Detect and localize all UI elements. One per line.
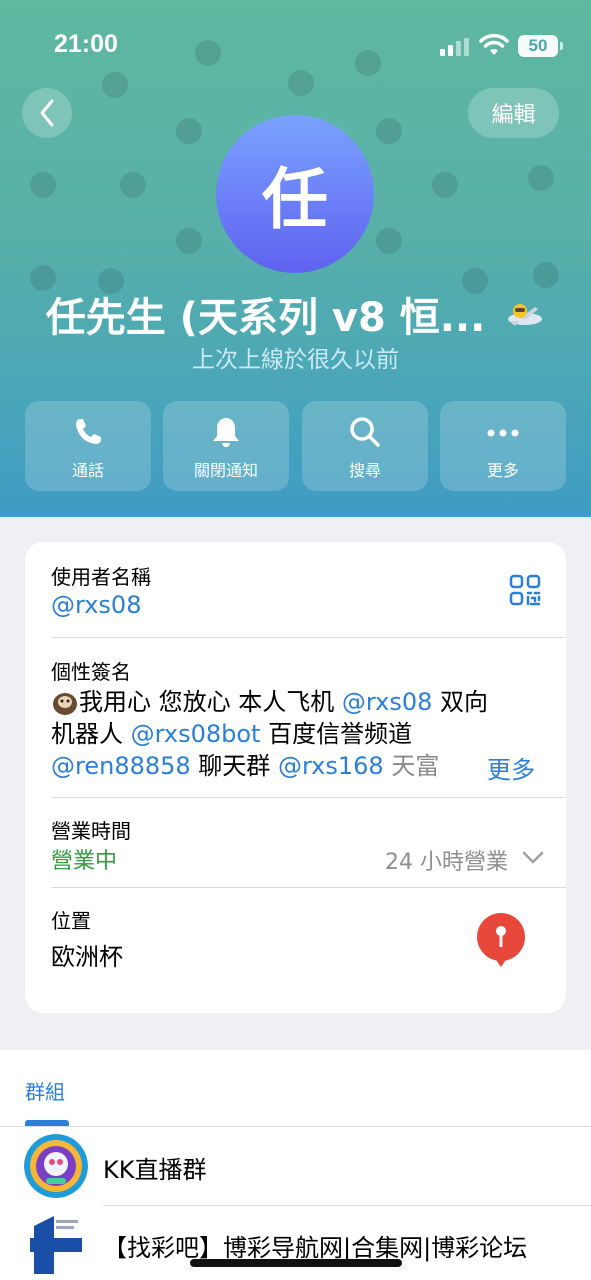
- group-avatar-kk[interactable]: [24, 1134, 88, 1198]
- divider: [0, 1126, 591, 1127]
- pattern-icon: [176, 228, 202, 254]
- group-name[interactable]: KK直播群: [103, 1150, 206, 1185]
- more-label: 更多: [486, 461, 519, 480]
- home-indicator[interactable]: [190, 1259, 402, 1267]
- wifi-icon: [479, 33, 509, 60]
- call-button[interactable]: 通話: [25, 401, 151, 491]
- sloth-emoji-icon: [51, 690, 79, 716]
- pattern-icon: [376, 228, 402, 254]
- search-label: 搜尋: [348, 461, 381, 480]
- mute-label: 關閉通知: [193, 461, 258, 480]
- avatar[interactable]: 任: [216, 115, 374, 273]
- bio-line-2: 机器人 @rxs08bot 百度信誉频道: [51, 718, 541, 750]
- profile-name: 任先生 (天系列 v8 恒...: [0, 285, 591, 343]
- location-label: 位置: [51, 909, 91, 933]
- pattern-icon: [432, 172, 458, 198]
- plane-emoji-icon: [505, 297, 545, 343]
- pattern-icon: [176, 118, 202, 144]
- tab-groups[interactable]: 群組: [25, 1076, 65, 1105]
- chevron-down-icon[interactable]: [522, 850, 544, 869]
- pattern-icon: [528, 165, 554, 191]
- bio-text-segment: 天富: [383, 752, 440, 780]
- bio-mention-rxs08[interactable]: @rxs08: [342, 688, 432, 716]
- divider: [51, 887, 566, 888]
- search-icon: [302, 415, 428, 451]
- pattern-icon: [30, 172, 56, 198]
- chevron-left-icon: [40, 99, 54, 127]
- bio-mention-ren88858[interactable]: @ren88858: [51, 752, 191, 780]
- bio-more-button[interactable]: 更多: [467, 750, 535, 785]
- qr-code-icon[interactable]: [509, 574, 541, 610]
- battery-indicator: 50: [518, 35, 558, 57]
- divider: [103, 1205, 591, 1206]
- group-name[interactable]: 【找彩吧】博彩导航网|合集网|博彩论坛: [103, 1228, 527, 1263]
- back-button[interactable]: [22, 88, 72, 138]
- username-label: 使用者名稱: [51, 565, 151, 589]
- status-time: 21:00: [54, 30, 118, 58]
- battery-tip: [560, 42, 563, 50]
- action-bar: 通話 關閉通知 搜尋 更多: [25, 401, 566, 491]
- group-avatar-zhaocai[interactable]: [24, 1212, 88, 1276]
- mute-button[interactable]: 關閉通知: [163, 401, 289, 491]
- more-button[interactable]: 更多: [440, 401, 566, 491]
- bio-mention-rxs08bot[interactable]: @rxs08bot: [131, 720, 261, 748]
- profile-name-text: 任先生 (天系列 v8 恒...: [45, 295, 486, 341]
- bio-text-segment: 双向: [432, 688, 488, 716]
- username-link[interactable]: @rxs08: [51, 591, 141, 619]
- bio-mention-rxs168[interactable]: @rxs168: [278, 752, 384, 780]
- bio-text-segment: 机器人: [51, 720, 131, 748]
- search-button[interactable]: 搜尋: [302, 401, 428, 491]
- pattern-icon: [376, 118, 402, 144]
- pattern-icon: [120, 172, 146, 198]
- hours-label: 營業時間: [51, 819, 131, 843]
- bio-text-segment: 聊天群: [190, 752, 278, 780]
- status-bar: 21:00 50: [0, 0, 591, 90]
- location-value[interactable]: 欧洲杯: [51, 937, 123, 972]
- last-seen-status: 上次上線於很久以前: [192, 347, 399, 373]
- more-icon: [440, 415, 566, 451]
- map-pin-icon[interactable]: [476, 913, 526, 973]
- cellular-signal-icon: [440, 38, 470, 56]
- call-label: 通話: [71, 461, 104, 480]
- hours-value[interactable]: 24 小時營業: [385, 844, 508, 876]
- divider: [51, 797, 566, 798]
- edit-button[interactable]: 編輯: [468, 88, 559, 138]
- hours-status: 營業中: [51, 849, 118, 874]
- bell-icon: [163, 415, 289, 451]
- bio-text-segment: 我用心 您放心 本人飞机: [79, 688, 342, 716]
- bio-label: 個性簽名: [51, 660, 131, 684]
- phone-icon: [25, 415, 151, 451]
- bio-text-segment: 百度信誉频道: [260, 720, 413, 748]
- divider: [51, 637, 566, 638]
- bio-line-1: 我用心 您放心 本人飞机 @rxs08 双向: [51, 686, 541, 718]
